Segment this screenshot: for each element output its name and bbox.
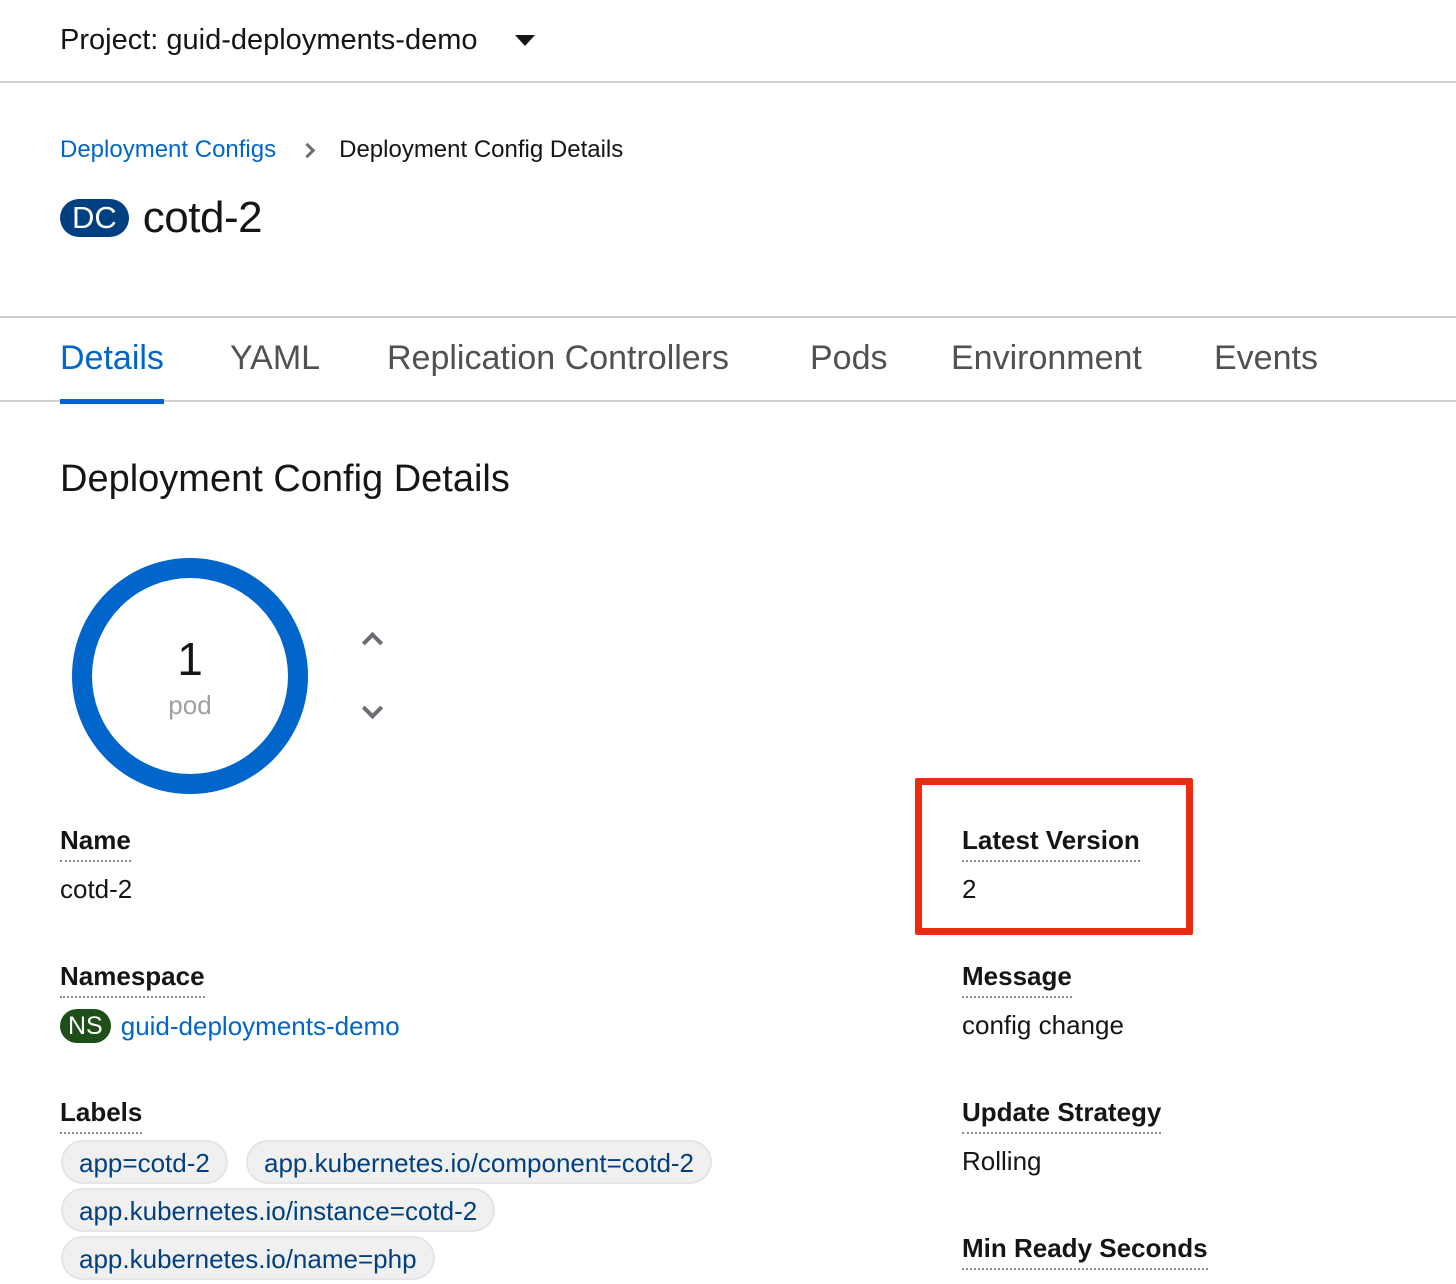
chevron-right-icon — [299, 142, 316, 158]
project-selector-label: Project: guid-deployments-demo — [60, 23, 478, 56]
name-value: cotd-2 — [60, 874, 133, 904]
scale-down-button[interactable] — [352, 692, 392, 732]
project-bar: Project: guid-deployments-demo — [0, 0, 1456, 83]
name-label: Name — [60, 824, 131, 862]
message-label: Message — [962, 960, 1072, 998]
label-chip[interactable]: app.kubernetes.io/component=cotd-2 — [246, 1140, 713, 1184]
breadcrumb: Deployment Configs Deployment Config Det… — [60, 132, 623, 168]
pod-count: 1 — [177, 633, 203, 685]
update-strategy-value: Rolling — [962, 1146, 1042, 1176]
tab-yaml[interactable]: YAML — [230, 318, 320, 402]
min-ready-seconds-label: Min Ready Seconds — [962, 1232, 1208, 1270]
page-title-row: DC cotd-2 — [60, 190, 263, 246]
tab-pods[interactable]: Pods — [810, 318, 888, 402]
resource-badge-dc: DC — [60, 199, 129, 237]
tab-replication-controllers[interactable]: Replication Controllers — [387, 318, 729, 402]
label-chip[interactable]: app.kubernetes.io/name=php — [61, 1236, 435, 1280]
namespace-label: Namespace — [60, 960, 205, 998]
section-title: Deployment Config Details — [60, 458, 510, 500]
message-value: config change — [962, 1010, 1124, 1040]
breadcrumb-link-deployment-configs[interactable]: Deployment Configs — [60, 136, 276, 164]
label-chip[interactable]: app=cotd-2 — [61, 1140, 228, 1184]
scale-up-button[interactable] — [352, 618, 392, 658]
chevron-down-icon — [361, 697, 383, 719]
tab-details[interactable]: Details — [60, 318, 164, 404]
pod-count-label: pod — [168, 690, 212, 720]
page-title: cotd-2 — [142, 193, 263, 242]
namespace-value-row: NS guid-deployments-demo — [60, 1009, 400, 1043]
chevron-up-icon — [361, 631, 383, 653]
project-selector[interactable]: Project: guid-deployments-demo — [60, 20, 536, 60]
namespace-link[interactable]: guid-deployments-demo — [121, 1011, 400, 1042]
tab-environment[interactable]: Environment — [951, 318, 1142, 402]
tab-bar: Details YAML Replication Controllers Pod… — [0, 316, 1456, 404]
namespace-badge-ns: NS — [60, 1009, 111, 1043]
update-strategy-label: Update Strategy — [962, 1096, 1162, 1134]
label-chip[interactable]: app.kubernetes.io/instance=cotd-2 — [61, 1188, 496, 1232]
tab-events[interactable]: Events — [1214, 318, 1318, 402]
highlight-annotation-box — [915, 778, 1193, 935]
breadcrumb-current: Deployment Config Details — [339, 136, 624, 163]
labels-label: Labels — [60, 1096, 143, 1134]
caret-down-icon — [515, 34, 536, 46]
